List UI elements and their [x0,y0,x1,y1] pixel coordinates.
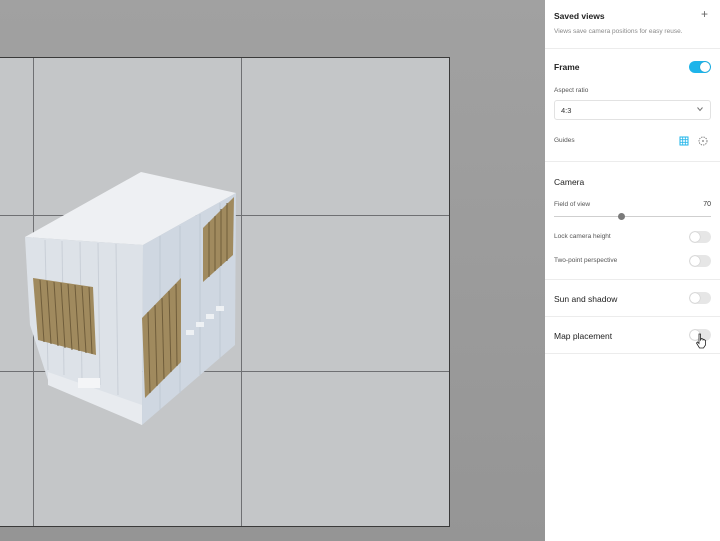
circle-guide-icon[interactable] [697,135,709,147]
frame-toggle[interactable] [689,61,711,73]
frame-title: Frame [554,62,580,72]
sun-shadow-section: Sun and shadow [545,280,720,317]
sun-shadow-toggle[interactable] [689,292,711,304]
building-model[interactable] [0,0,545,541]
two-point-perspective-label: Two-point perspective [554,257,618,264]
lock-camera-height-label: Lock camera height [554,233,611,240]
aspect-ratio-select[interactable]: 4:3 [554,100,711,120]
sun-shadow-title: Sun and shadow [554,294,618,304]
saved-views-description: Views save camera positions for easy reu… [554,28,683,35]
aspect-ratio-label: Aspect ratio [554,87,589,94]
aspect-ratio-value: 4:3 [561,106,572,115]
fov-slider-thumb[interactable] [618,213,625,220]
lock-camera-height-toggle[interactable] [689,231,711,243]
fov-slider-track[interactable] [554,216,711,217]
hand-cursor-icon [695,333,706,349]
map-placement-title: Map placement [554,331,613,341]
frame-section: Frame Aspect ratio 4:3 Guides [545,49,720,162]
saved-views-section: Saved views Views save camera positions … [545,0,720,49]
camera-title: Camera [554,177,585,187]
grid-icon[interactable] [678,135,690,147]
two-point-perspective-toggle[interactable] [689,255,711,267]
guides-label: Guides [554,137,575,144]
chevron-down-icon [697,107,703,112]
map-placement-section: Map placement [545,317,720,354]
fov-label: Field of view [554,201,591,208]
camera-section: Camera Field of view 70 Lock camera heig… [545,162,720,280]
plus-icon[interactable]: + [701,8,708,20]
saved-views-title: Saved views [554,11,605,21]
3d-viewport[interactable] [0,0,545,541]
fov-value: 70 [703,201,711,208]
view-settings-panel: Saved views Views save camera positions … [545,0,720,541]
